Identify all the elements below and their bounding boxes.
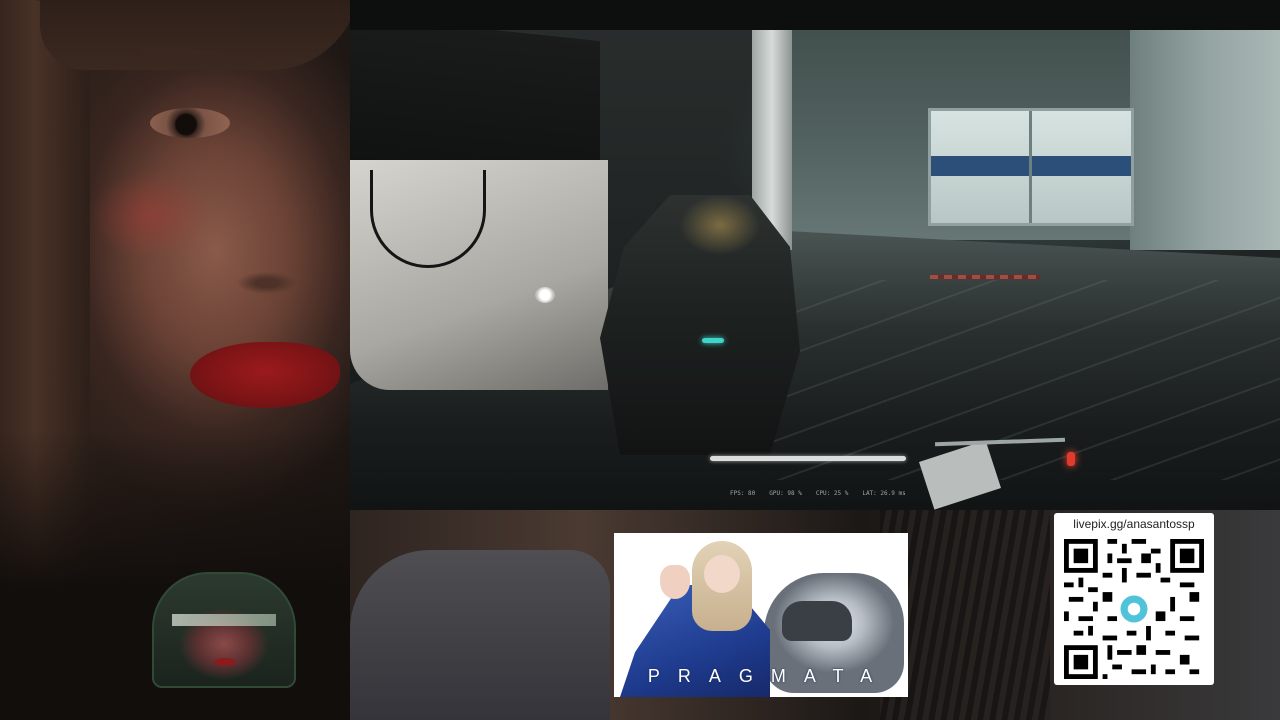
game-hud-bar bbox=[710, 456, 906, 461]
donation-qr-card[interactable]: livepix.gg/anasantossp bbox=[1054, 513, 1214, 685]
webcam-eye bbox=[150, 108, 230, 138]
game-red-light bbox=[1067, 452, 1075, 466]
qr-code-icon bbox=[1064, 539, 1204, 679]
perf-latency: LAT: 26.9 ms bbox=[862, 490, 906, 497]
game-character bbox=[600, 195, 800, 455]
stream-layout: FPS: 80 GPU: 98 % CPU: 25 % LAT: 26.9 ms… bbox=[0, 0, 1280, 720]
game-promo-card: PRAGMATA bbox=[614, 533, 908, 697]
game-door bbox=[928, 108, 1134, 226]
game-capture: FPS: 80 GPU: 98 % CPU: 25 % LAT: 26.9 ms bbox=[350, 0, 1280, 510]
performance-overlay: FPS: 80 GPU: 98 % CPU: 25 % LAT: 26.9 ms bbox=[730, 490, 906, 497]
donation-url: livepix.gg/anasantossp bbox=[1073, 517, 1195, 531]
promo-title: PRAGMATA bbox=[647, 666, 891, 686]
perf-gpu: GPU: 98 % bbox=[769, 490, 802, 497]
webcam-lips bbox=[190, 342, 340, 408]
perf-cpu: CPU: 25 % bbox=[815, 490, 849, 497]
perf-fps: FPS: 80 bbox=[730, 490, 756, 497]
facecam-inset bbox=[152, 572, 296, 688]
